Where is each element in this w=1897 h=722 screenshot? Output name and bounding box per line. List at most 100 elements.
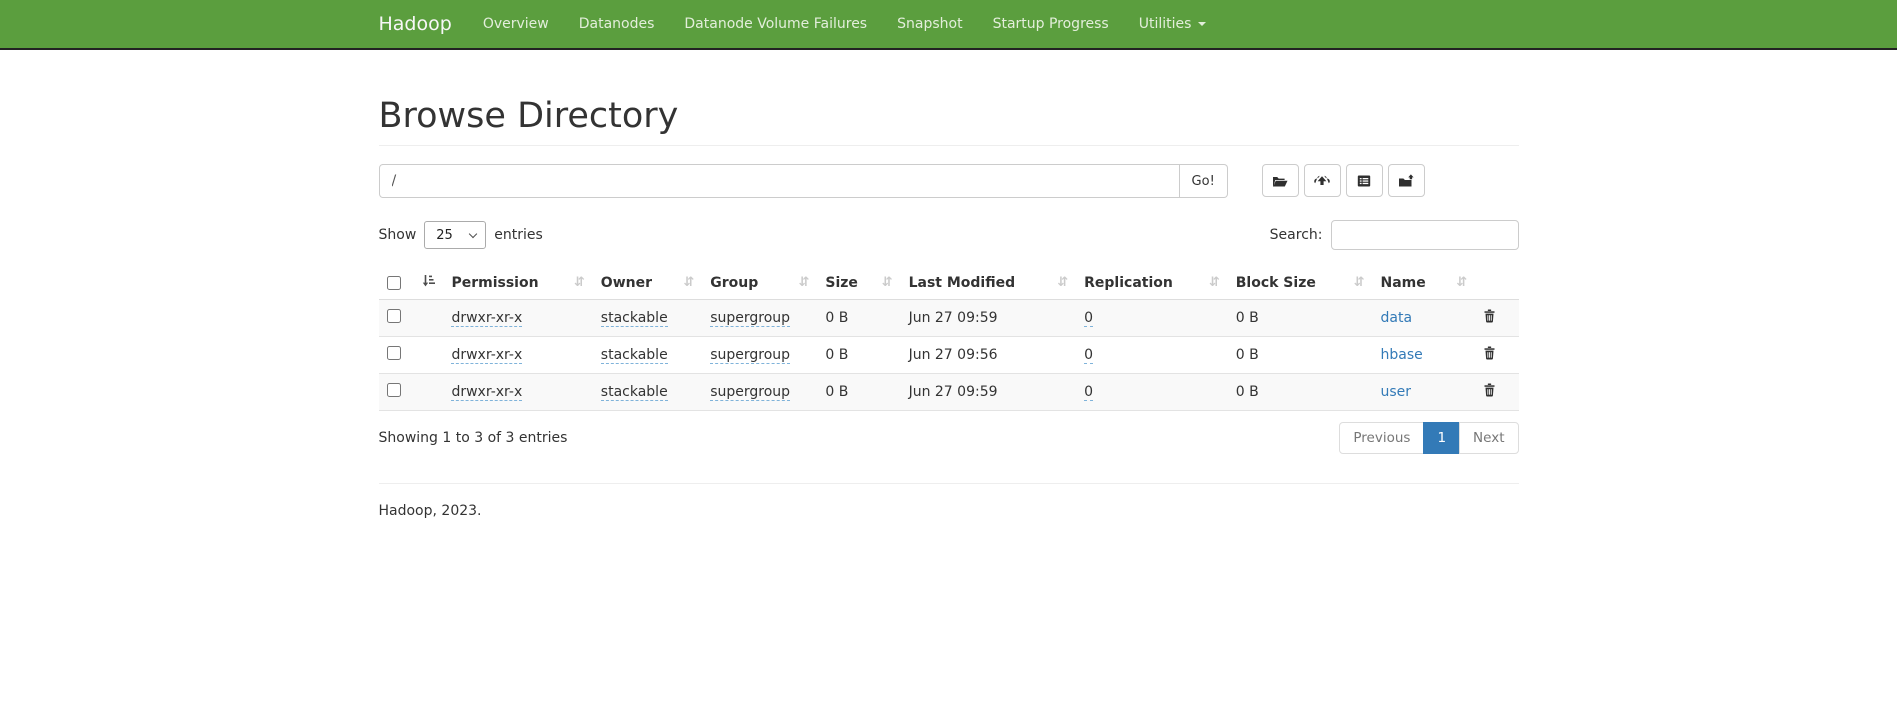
cut-paste-button[interactable]: [1346, 164, 1383, 197]
nav-item-label: Overview: [483, 16, 549, 32]
column-header-group[interactable]: Group ⇵: [702, 266, 817, 300]
trash-icon: [1483, 383, 1496, 400]
directory-link[interactable]: user: [1381, 384, 1412, 400]
select-all-checkbox[interactable]: [387, 276, 401, 290]
directory-table: Permission ⇵ Owner⇵ Group ⇵ Size ⇵ Last Mod…: [379, 266, 1519, 411]
owner-cell[interactable]: stackable: [601, 384, 668, 401]
nav-item-datanodes[interactable]: Datanodes: [564, 0, 670, 48]
permission-cell[interactable]: drwxr-xr-x: [451, 347, 522, 364]
column-header-name[interactable]: Name ⇵: [1373, 266, 1476, 300]
sort-both-icon[interactable]: ⇵: [574, 276, 585, 289]
column-label: Group: [710, 275, 758, 291]
snapshot-button[interactable]: [1388, 164, 1425, 197]
upload-file-button[interactable]: [1304, 164, 1341, 197]
entries-label: entries: [494, 227, 543, 243]
path-input-group: Go!: [379, 164, 1228, 198]
upload-icon: [1314, 174, 1330, 188]
column-header-last-modified[interactable]: Last Modified ⇵: [901, 266, 1077, 300]
nav-item-snapshot[interactable]: Snapshot: [882, 0, 977, 48]
table-row: drwxr-xr-x stackable supergroup 0 B Jun …: [379, 337, 1519, 374]
navbar-brand[interactable]: Hadoop: [379, 13, 452, 35]
sort-both-icon[interactable]: ⇵: [798, 276, 809, 289]
sort-both-icon[interactable]: ⇵: [882, 276, 893, 289]
go-button[interactable]: Go!: [1180, 164, 1228, 198]
last-modified-cell: Jun 27 09:59: [909, 384, 998, 400]
replication-cell[interactable]: 0: [1084, 347, 1093, 364]
column-label: Last Modified: [909, 275, 1016, 291]
column-header-block-size[interactable]: Block Size⇵: [1228, 266, 1373, 300]
replication-cell[interactable]: 0: [1084, 384, 1093, 401]
row-checkbox[interactable]: [387, 309, 401, 323]
nav-item-startup-progress[interactable]: Startup Progress: [978, 0, 1124, 48]
column-label: Size: [825, 275, 858, 291]
nav-item-label: Startup Progress: [993, 16, 1109, 32]
table-footer: Showing 1 to 3 of 3 entries Previous 1 N…: [379, 422, 1519, 454]
size-cell: 0 B: [825, 384, 848, 400]
path-bar: Go!: [379, 164, 1519, 198]
block-size-cell: 0 B: [1236, 347, 1259, 363]
file-operation-buttons: [1262, 164, 1425, 197]
permission-cell[interactable]: drwxr-xr-x: [451, 384, 522, 401]
pagination: Previous 1 Next: [1340, 422, 1518, 454]
page-length-control: Show 25 entries: [379, 221, 543, 249]
column-label: Replication: [1084, 275, 1173, 291]
size-cell: 0 B: [825, 310, 848, 326]
column-header-size[interactable]: Size ⇵: [817, 266, 900, 300]
sort-both-icon[interactable]: ⇵: [1354, 276, 1365, 289]
site-footer: Hadoop, 2023.: [379, 484, 1519, 559]
nav-item-utilities-dropdown[interactable]: Utilities: [1124, 0, 1222, 48]
column-header-replication[interactable]: Replication ⇵: [1076, 266, 1228, 300]
table-info: Showing 1 to 3 of 3 entries: [379, 430, 568, 446]
pagination-page-1[interactable]: 1: [1423, 422, 1460, 454]
trash-icon: [1483, 346, 1496, 363]
chevron-down-icon: [469, 230, 477, 238]
page-length-select[interactable]: 25: [424, 221, 486, 249]
navbar-brand-label: Hadoop: [379, 13, 452, 35]
caret-down-icon: [1198, 22, 1206, 26]
sort-both-icon[interactable]: ⇵: [683, 276, 694, 289]
owner-cell[interactable]: stackable: [601, 310, 668, 327]
delete-button[interactable]: [1483, 346, 1496, 363]
pagination-previous[interactable]: Previous: [1339, 422, 1424, 454]
nav-item-datanode-volume-failures[interactable]: Datanode Volume Failures: [669, 0, 882, 48]
owner-cell[interactable]: stackable: [601, 347, 668, 364]
table-search-input[interactable]: [1331, 220, 1519, 250]
permission-cell[interactable]: drwxr-xr-x: [451, 310, 522, 327]
group-cell[interactable]: supergroup: [710, 384, 790, 401]
folder-arrow-icon: [1398, 174, 1415, 188]
nav-item-label: Datanodes: [579, 16, 655, 32]
last-modified-cell: Jun 27 09:59: [909, 310, 998, 326]
row-checkbox[interactable]: [387, 383, 401, 397]
table-header-row: Permission ⇵ Owner⇵ Group ⇵ Size ⇵ Last Mod…: [379, 266, 1519, 300]
search-label: Search:: [1270, 227, 1323, 243]
delete-button[interactable]: [1483, 309, 1496, 326]
column-header-permission[interactable]: Permission ⇵: [443, 266, 592, 300]
group-cell[interactable]: supergroup: [710, 310, 790, 327]
pagination-next[interactable]: Next: [1459, 422, 1518, 454]
page-header: Browse Directory: [379, 96, 1519, 146]
sort-both-icon[interactable]: ⇵: [1456, 276, 1467, 289]
column-label: Name: [1381, 275, 1426, 291]
size-cell: 0 B: [825, 347, 848, 363]
directory-path-input[interactable]: [379, 164, 1180, 198]
create-directory-button[interactable]: [1262, 164, 1299, 197]
last-modified-cell: Jun 27 09:56: [909, 347, 998, 363]
nav-item-label: Utilities: [1139, 16, 1192, 32]
trash-icon: [1483, 309, 1496, 326]
table-row: drwxr-xr-x stackable supergroup 0 B Jun …: [379, 374, 1519, 411]
column-header-owner[interactable]: Owner⇵: [593, 266, 702, 300]
sort-both-icon[interactable]: ⇵: [1209, 276, 1220, 289]
sort-active-icon[interactable]: [422, 274, 435, 291]
replication-cell[interactable]: 0: [1084, 310, 1093, 327]
nav-item-overview[interactable]: Overview: [468, 0, 564, 48]
select-all-header: [379, 266, 444, 300]
directory-link[interactable]: hbase: [1381, 347, 1423, 363]
column-label: Permission: [451, 275, 538, 291]
sort-both-icon[interactable]: ⇵: [1057, 276, 1068, 289]
row-checkbox[interactable]: [387, 346, 401, 360]
nav-item-label: Datanode Volume Failures: [684, 16, 867, 32]
list-icon: [1356, 174, 1372, 188]
group-cell[interactable]: supergroup: [710, 347, 790, 364]
directory-link[interactable]: data: [1381, 310, 1413, 326]
delete-button[interactable]: [1483, 383, 1496, 400]
